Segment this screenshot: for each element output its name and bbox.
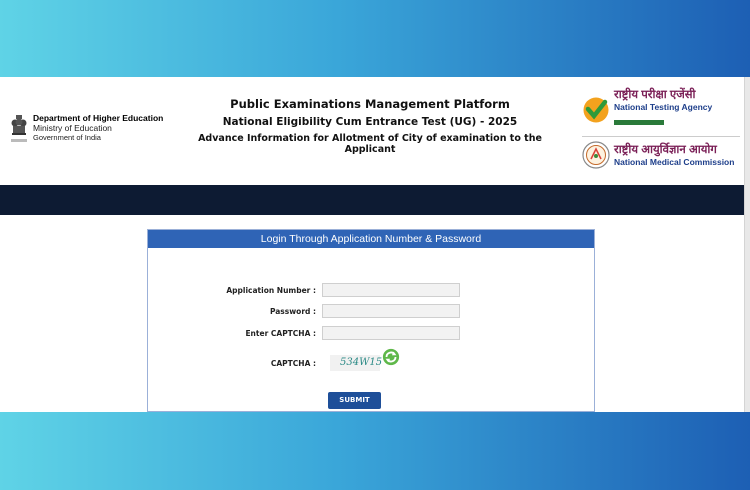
captcha-label: CAPTCHA : xyxy=(270,358,316,368)
nta-tagline-bar xyxy=(614,120,664,125)
navigation-bar xyxy=(0,185,750,215)
nta-logo: राष्ट्रीय परीक्षा एजेंसी National Testin… xyxy=(582,89,740,130)
nta-hindi-name: राष्ट्रीय परीक्षा एजेंसी xyxy=(614,89,696,101)
login-panel-title: Login Through Application Number & Passw… xyxy=(148,230,594,248)
site-header: Department of Higher Education Ministry … xyxy=(0,77,750,185)
logo-divider xyxy=(582,136,740,137)
refresh-captcha-icon[interactable] xyxy=(382,348,400,366)
nta-checkmark-icon xyxy=(583,97,609,122)
department-block: Department of Higher Education Ministry … xyxy=(10,113,163,143)
nta-english-name: National Testing Agency xyxy=(614,102,713,112)
nmc-logo: राष्ट्रीय आयुर्विज्ञान आयोग National Med… xyxy=(582,141,740,169)
page-scrollbar[interactable] xyxy=(744,77,750,412)
page-title: Public Examinations Management Platform xyxy=(230,97,510,111)
password-row: Password : xyxy=(148,304,460,318)
nmc-seal-icon xyxy=(582,141,610,169)
captcha-image: 534W15 xyxy=(330,355,382,371)
browser-page: Department of Higher Education Ministry … xyxy=(0,77,750,412)
application-number-label: Application Number : xyxy=(226,285,316,295)
captcha-input-label: Enter CAPTCHA : xyxy=(245,328,316,338)
national-emblem-icon xyxy=(11,115,27,142)
exam-name: National Eligibility Cum Entrance Test (… xyxy=(222,116,518,128)
application-number-input[interactable] xyxy=(322,283,460,297)
page-titles: Public Examinations Management Platform … xyxy=(185,97,555,155)
password-label: Password : xyxy=(269,306,316,316)
government-name: Government of India xyxy=(33,133,101,142)
application-number-row: Application Number : xyxy=(148,283,460,297)
department-name: Department of Higher Education xyxy=(33,113,164,123)
nmc-hindi-name: राष्ट्रीय आयुर्विज्ञान आयोग xyxy=(614,143,717,156)
submit-button[interactable]: SUBMIT xyxy=(328,392,381,409)
agency-logos: राष्ट्रीय परीक्षा एजेंसी National Testin… xyxy=(582,89,740,169)
nmc-english-name: National Medical Commission xyxy=(614,156,735,167)
captcha-row: CAPTCHA : 534W15 xyxy=(148,348,400,371)
captcha-input-row: Enter CAPTCHA : xyxy=(148,326,460,340)
password-input[interactable] xyxy=(322,304,460,318)
login-panel: Login Through Application Number & Passw… xyxy=(147,229,595,412)
captcha-input[interactable] xyxy=(322,326,460,340)
page-description: Advance Information for Allotment of Cit… xyxy=(198,133,542,155)
ministry-name: Ministry of Education xyxy=(33,123,112,133)
